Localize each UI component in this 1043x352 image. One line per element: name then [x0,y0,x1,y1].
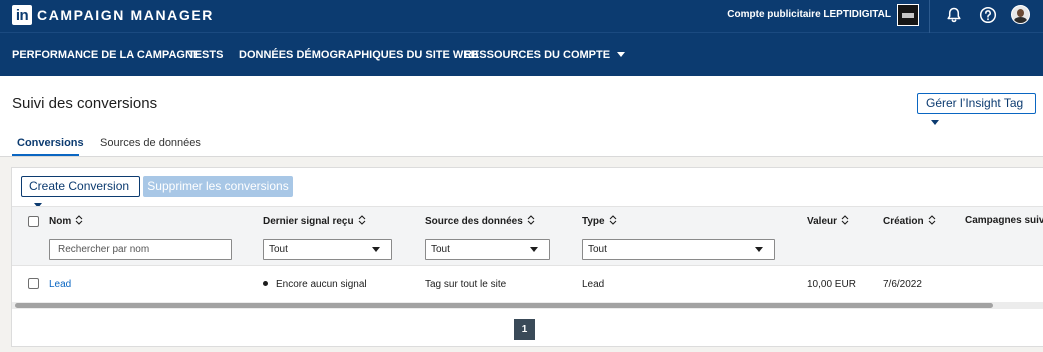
type-cell: Lead [582,279,605,290]
signal-filter-value: Tout [269,244,288,255]
account-logo[interactable] [897,4,919,26]
column-header-name[interactable]: Nom [49,215,83,227]
nav-item-account-resources[interactable]: RESSOURCES DU COMPTE [464,49,626,61]
avatar-body [1014,17,1027,23]
linkedin-logo[interactable]: in [12,5,32,25]
create-conversion-label: Create Conversion [29,179,130,193]
column-header-name-label: Nom [49,216,72,227]
source-filter-select[interactable]: Tout [425,239,550,260]
chevron-down-icon [530,247,538,252]
app-title: CAMPAIGN MANAGER [37,7,215,23]
account-logo-mark [902,13,914,18]
main-nav: PERFORMANCE DE LA CAMPAGNE TESTS DONNÉES… [0,33,1043,76]
tab-conversions[interactable]: Conversions [17,137,84,149]
row-checkbox[interactable] [28,278,39,289]
create-conversion-button[interactable]: Create Conversion [21,176,140,208]
column-header-last-signal-label: Dernier signal reçu [263,216,354,227]
column-header-data-source[interactable]: Source des données [425,215,535,227]
table-row: Lead Encore aucun signal Tag sur tout le… [12,267,1043,301]
sort-icon [358,215,365,225]
select-all-checkbox[interactable] [28,216,39,227]
last-signal-cell: Encore aucun signal [263,279,367,290]
column-header-value-label: Valeur [807,216,838,227]
tab-data-sources[interactable]: Sources de données [100,137,201,149]
avatar[interactable] [1011,5,1030,24]
data-source-cell: Tag sur tout le site [425,279,507,290]
nav-item-account-resources-label: RESSOURCES DU COMPTE [464,49,611,61]
column-header-data-source-label: Source des données [425,216,523,227]
column-header-created[interactable]: Création [883,215,936,227]
chevron-down-icon [372,247,380,252]
help-icon[interactable] [979,6,997,24]
delete-conversions-button: Supprimer les conversions [143,176,293,197]
horizontal-scrollbar[interactable] [12,302,1043,309]
account-label[interactable]: Compte publicitaire LEPTIDIGITAL [727,9,891,20]
conversion-name-link[interactable]: Lead [49,279,71,290]
type-filter-select[interactable]: Tout [582,239,775,260]
topbar-divider [929,0,930,33]
chevron-down-icon [755,247,763,252]
type-filter-value: Tout [588,244,607,255]
page-button-1[interactable]: 1 [514,319,535,340]
manage-insight-tag-button[interactable]: Gérer l’Insight Tag [917,93,1036,125]
source-filter-value: Tout [431,244,450,255]
chevron-down-icon [931,120,939,125]
value-cell: 10,00 EUR [807,279,856,290]
sort-icon [75,215,83,225]
last-signal-text: Encore aucun signal [276,279,367,290]
column-header-type[interactable]: Type [582,215,617,227]
column-header-last-signal[interactable]: Dernier signal reçu [263,215,366,227]
conversions-card: Create Conversion Supprimer les conversi… [11,167,1043,347]
page-title: Suivi des conversions [12,95,158,112]
top-bar: in CAMPAIGN MANAGER Compte publicitaire … [0,0,1043,33]
sort-icon [841,215,849,225]
sort-icon [527,215,535,225]
avatar-head [1017,9,1024,17]
created-cell: 7/6/2022 [883,279,922,290]
status-dot-icon [263,281,268,286]
column-header-created-label: Création [883,216,924,227]
sort-icon [609,215,616,225]
scrollbar-thumb[interactable] [15,303,993,308]
column-header-tracked-campaigns[interactable]: Campagnes suivies [965,215,1043,226]
nav-item-demographics[interactable]: DONNÉES DÉMOGRAPHIQUES DU SITE WEB [239,49,479,61]
insight-button-label: Gérer l’Insight Tag [926,96,1024,110]
table-header: Nom Dernier signal reçu Source des donné… [12,206,1043,266]
chevron-down-icon [617,52,626,57]
signal-filter-select[interactable]: Tout [263,239,392,260]
sort-icon [928,215,935,225]
nav-item-tests[interactable]: TESTS [188,49,223,61]
bell-icon[interactable] [945,6,963,24]
search-by-name-input[interactable] [49,239,232,260]
column-header-value[interactable]: Valeur [807,215,849,227]
column-header-type-label: Type [582,216,605,227]
nav-item-performance[interactable]: PERFORMANCE DE LA CAMPAGNE [12,49,200,61]
